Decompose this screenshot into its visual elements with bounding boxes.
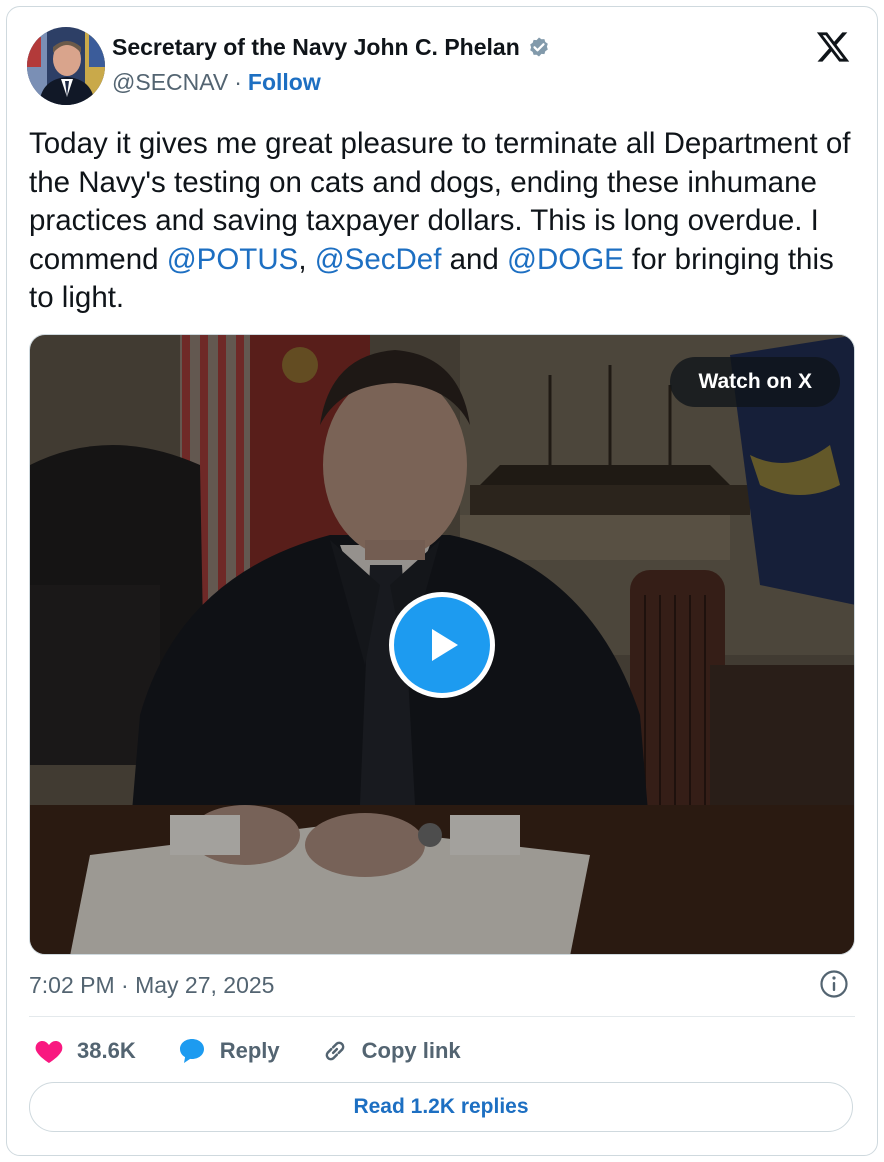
heart-icon: [35, 1041, 63, 1063]
reply-bubble-icon: [179, 1039, 204, 1063]
video-thumbnail[interactable]: Watch on X: [29, 334, 855, 955]
watch-on-x-button[interactable]: Watch on X: [670, 357, 840, 407]
verified-badge-icon: [529, 37, 548, 56]
reply-button[interactable]: Reply: [176, 1035, 280, 1067]
follow-button[interactable]: Follow: [248, 69, 321, 96]
divider: [29, 1016, 855, 1017]
mention-secdef[interactable]: @SecDef: [315, 243, 442, 276]
tweet-card: Secretary of the Navy John C. Phelan @SE…: [6, 6, 878, 1156]
tweet-text-part: ,: [298, 242, 315, 276]
author-handle[interactable]: @SECNAV: [112, 69, 228, 96]
reply-label: Reply: [219, 1038, 280, 1063]
avatar[interactable]: [27, 27, 105, 105]
mention-potus[interactable]: @POTUS: [167, 243, 299, 276]
tweet-text-part: and: [441, 242, 508, 276]
separator: ·: [234, 69, 242, 95]
like-count: 38.6K: [77, 1038, 136, 1063]
play-icon: [432, 629, 458, 661]
like-button[interactable]: 38.6K: [33, 1035, 136, 1067]
copy-link-button[interactable]: Copy link: [320, 1036, 461, 1066]
author-name[interactable]: Secretary of the Navy John C. Phelan: [112, 34, 520, 61]
read-replies-button[interactable]: Read 1.2K replies: [29, 1082, 853, 1132]
info-icon[interactable]: [819, 969, 849, 999]
x-logo-icon[interactable]: [815, 29, 851, 65]
mention-doge[interactable]: @DOGE: [507, 243, 624, 276]
link-icon: [325, 1041, 345, 1061]
play-button[interactable]: [389, 592, 495, 698]
action-bar: 38.6K Reply Copy link: [33, 1031, 501, 1071]
tweet-text: Today it gives me great pleasure to term…: [29, 125, 864, 318]
timestamp[interactable]: 7:02 PM · May 27, 2025: [29, 972, 274, 999]
copy-link-label: Copy link: [361, 1038, 461, 1063]
